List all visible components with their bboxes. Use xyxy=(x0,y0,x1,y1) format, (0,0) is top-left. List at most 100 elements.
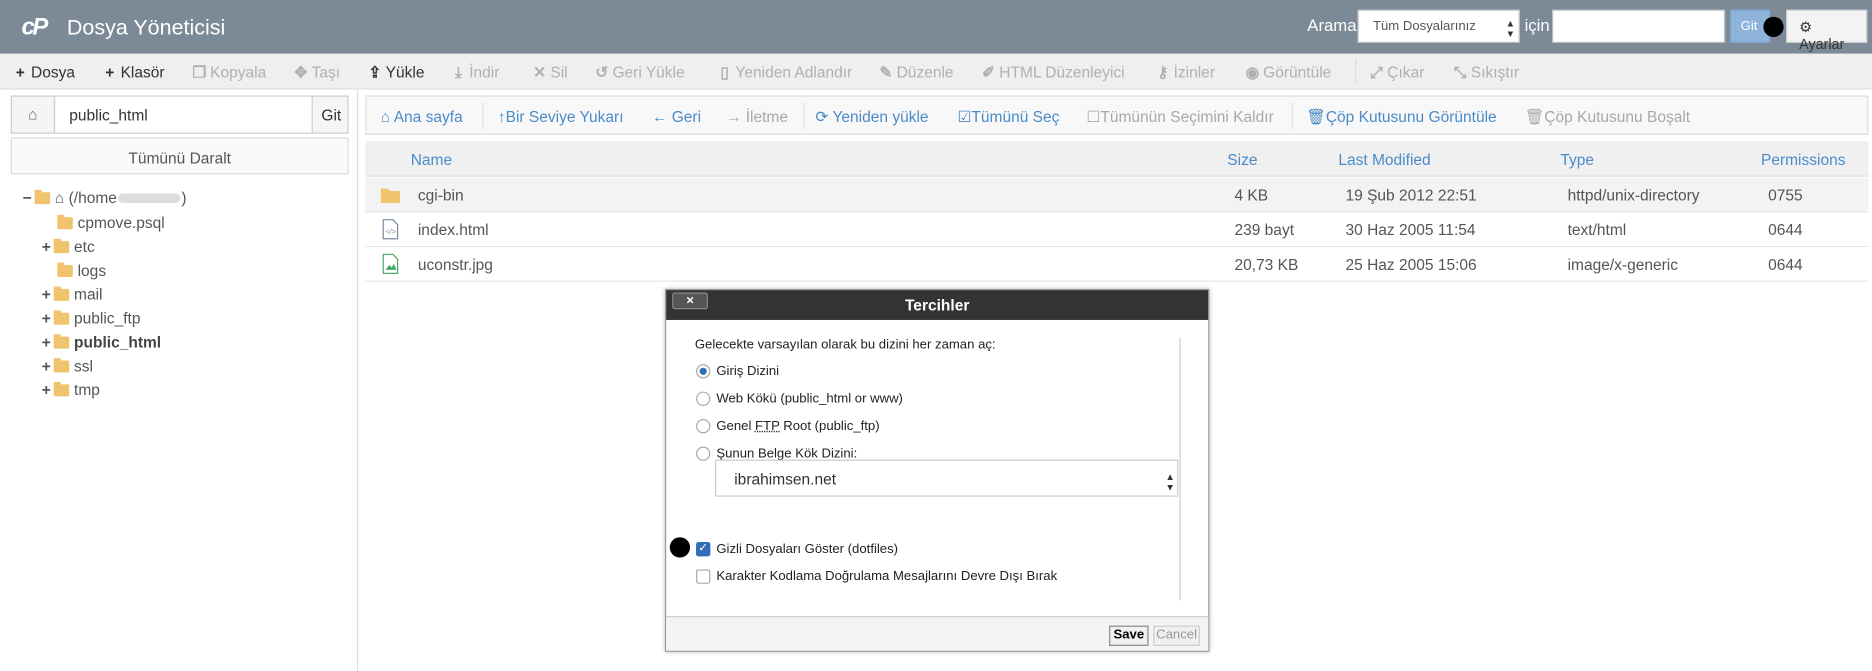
cancel-button[interactable]: Cancel xyxy=(1153,625,1200,646)
level-up-icon: ↑ xyxy=(497,107,506,126)
table-row[interactable]: uconstr.jpg 20,73 KB 25 Haz 2005 15:06 i… xyxy=(365,247,1869,282)
column-permissions[interactable]: Permissions xyxy=(1761,150,1846,168)
ftp-root-radio[interactable] xyxy=(696,419,711,434)
folder-icon xyxy=(380,188,400,203)
domain-select[interactable]: ibrahimsen.net ▲ ▼ xyxy=(715,459,1179,497)
ftp-abbr: FTP xyxy=(755,419,780,434)
close-button[interactable]: × xyxy=(672,292,708,310)
minus-icon[interactable]: − xyxy=(23,189,35,207)
tree-item-cpmove[interactable]: cpmove.psql xyxy=(57,214,165,232)
forward-button[interactable]: → İletme xyxy=(726,107,788,125)
search-input[interactable] xyxy=(1552,9,1726,43)
back-button[interactable]: ← Geri xyxy=(652,107,701,125)
path-input[interactable]: public_html xyxy=(56,96,313,133)
file-permissions: 0644 xyxy=(1768,255,1803,274)
svg-text:</>: </> xyxy=(386,228,396,236)
show-hidden-files-checkbox[interactable]: ✓ xyxy=(696,542,711,557)
plus-icon[interactable]: + xyxy=(42,357,54,375)
tree-item-logs[interactable]: logs xyxy=(57,261,106,279)
view-trash-button[interactable]: 🗑Çöp Kutusunu Görüntüle xyxy=(1306,107,1497,126)
new-folder-button[interactable]: + Klasör xyxy=(103,63,164,81)
table-row[interactable]: cgi-bin 4 KB 19 Şub 2012 22:51 httpd/uni… xyxy=(365,177,1869,213)
path-home-button[interactable]: ⌂ xyxy=(12,96,55,133)
tree-item-etc[interactable]: + etc xyxy=(42,238,95,256)
copy-button[interactable]: ❐ Kopyala xyxy=(192,63,266,82)
upload-button[interactable]: ⇪ Yükle xyxy=(368,63,424,82)
plus-icon[interactable]: + xyxy=(42,285,54,303)
home-nav-button[interactable]: ⌂ Ana sayfa xyxy=(381,107,463,125)
file-name: index.html xyxy=(417,220,489,239)
column-name[interactable]: Name xyxy=(411,150,452,168)
tree-item-public-ftp[interactable]: + public_ftp xyxy=(42,309,141,327)
document-root-radio[interactable] xyxy=(696,446,711,461)
ftp-root-label[interactable]: Genel FTP Root (public_ftp) xyxy=(716,419,879,433)
restore-button[interactable]: ↺ Geri Yükle xyxy=(595,63,684,82)
web-root-radio[interactable] xyxy=(696,391,711,406)
table-header: Name Size Last Modified Type Permissions xyxy=(365,140,1869,177)
directory-sidebar: ⌂ public_html Git Tümünü Daralt − ⌂ (/hom… xyxy=(0,89,359,671)
tree-item-public-html[interactable]: + public_html xyxy=(42,333,161,351)
path-go-button[interactable]: Git xyxy=(314,97,349,133)
folder-icon xyxy=(57,214,73,230)
plus-icon[interactable]: + xyxy=(42,381,54,399)
click-marker-dot xyxy=(1763,16,1784,38)
disable-encoding-check-checkbox[interactable] xyxy=(696,569,711,584)
folder-icon xyxy=(53,238,70,254)
new-file-button[interactable]: + Dosya xyxy=(13,63,75,81)
toolbar-label: Taşı xyxy=(311,63,341,82)
extract-button[interactable]: ⤢ Çıkar xyxy=(1369,63,1424,82)
tree-root[interactable]: − ⌂ (/home) xyxy=(23,189,187,207)
nav-label: Yeniden yükle xyxy=(832,107,929,126)
show-hidden-files-label[interactable]: Gizli Dosyaları Göster (dotfiles) xyxy=(716,542,898,556)
cpanel-logo-icon[interactable]: cP xyxy=(21,13,57,41)
file-permissions: 0644 xyxy=(1768,220,1803,239)
search-scope-select[interactable]: Tüm Dosyalarınız ▲ ▼ xyxy=(1357,9,1520,43)
file-type: text/html xyxy=(1567,220,1627,239)
download-button[interactable]: ⤓ İndir xyxy=(451,63,499,82)
refresh-icon: ⟳ xyxy=(815,107,829,126)
column-type[interactable]: Type xyxy=(1560,150,1594,168)
settings-button[interactable]: ⚙ Ayarlar xyxy=(1786,9,1868,53)
home-dir-radio[interactable] xyxy=(696,364,711,379)
select-all-button[interactable]: ☑Tümünü Seç xyxy=(957,107,1059,126)
html-editor-button[interactable]: ✐ HTML Düzenleyici xyxy=(981,63,1125,82)
tree-item-label: public_ftp xyxy=(74,309,141,328)
save-button[interactable]: Save xyxy=(1109,625,1149,646)
toolbar-label: Yeniden Adlandır xyxy=(735,63,853,82)
rename-button[interactable]: ▯ Yeniden Adlandır xyxy=(718,63,853,82)
empty-trash-button[interactable]: 🗑Çöp Kutusunu Boşalt xyxy=(1525,107,1691,126)
file-manager-page: cP Dosya Yöneticisi Arama Tüm Dosyaların… xyxy=(0,0,1872,671)
compress-button[interactable]: ⤡ Sıkıştır xyxy=(1453,63,1519,82)
delete-button[interactable]: ✕ Sil xyxy=(532,63,568,82)
tree-item-tmp[interactable]: + tmp xyxy=(42,381,100,399)
table-row[interactable]: </> index.html 239 bayt 30 Haz 2005 11:5… xyxy=(365,213,1869,248)
plus-icon[interactable]: + xyxy=(42,309,54,327)
column-size[interactable]: Size xyxy=(1227,150,1257,168)
up-one-level-button[interactable]: ↑Bir Seviye Yukarı xyxy=(498,107,624,125)
move-button[interactable]: ✥ Taşı xyxy=(294,63,340,82)
collapse-all-button[interactable]: Tümünü Daralt xyxy=(10,137,349,175)
pencil-icon: ✎ xyxy=(879,63,893,82)
tree-item-label: logs xyxy=(77,261,107,280)
download-icon: ⤓ xyxy=(455,63,462,82)
disable-encoding-check-label[interactable]: Karakter Kodlama Doğrulama Mesajlarını D… xyxy=(716,569,1057,583)
tree-root-prefix: (/home xyxy=(68,188,117,207)
tree-item-mail[interactable]: + mail xyxy=(42,285,103,303)
web-root-label[interactable]: Web Kökü (public_html or www) xyxy=(716,392,903,406)
path-bar: ⌂ public_html Git xyxy=(10,95,349,134)
tree-item-ssl[interactable]: + ssl xyxy=(42,357,93,375)
reload-button[interactable]: ⟳ Yeniden yükle xyxy=(815,107,928,126)
folder-open-icon xyxy=(34,189,51,205)
eye-icon: ◉ xyxy=(1245,63,1260,82)
unselect-all-button[interactable]: ☐Tümünün Seçimini Kaldır xyxy=(1086,107,1273,126)
view-button[interactable]: ◉ Görüntüle xyxy=(1245,63,1332,82)
image-file-icon xyxy=(382,253,399,274)
edit-button[interactable]: ✎ Düzenle xyxy=(879,63,953,82)
column-last-modified[interactable]: Last Modified xyxy=(1338,150,1430,168)
home-dir-label[interactable]: Giriş Dizini xyxy=(716,364,779,378)
plus-icon[interactable]: + xyxy=(42,238,54,256)
permissions-button[interactable]: ⚷ İzinler xyxy=(1156,63,1215,82)
plus-icon[interactable]: + xyxy=(42,333,54,351)
dialog-scrollbar[interactable] xyxy=(1179,337,1181,601)
file-modified: 19 Şub 2012 22:51 xyxy=(1345,186,1477,205)
